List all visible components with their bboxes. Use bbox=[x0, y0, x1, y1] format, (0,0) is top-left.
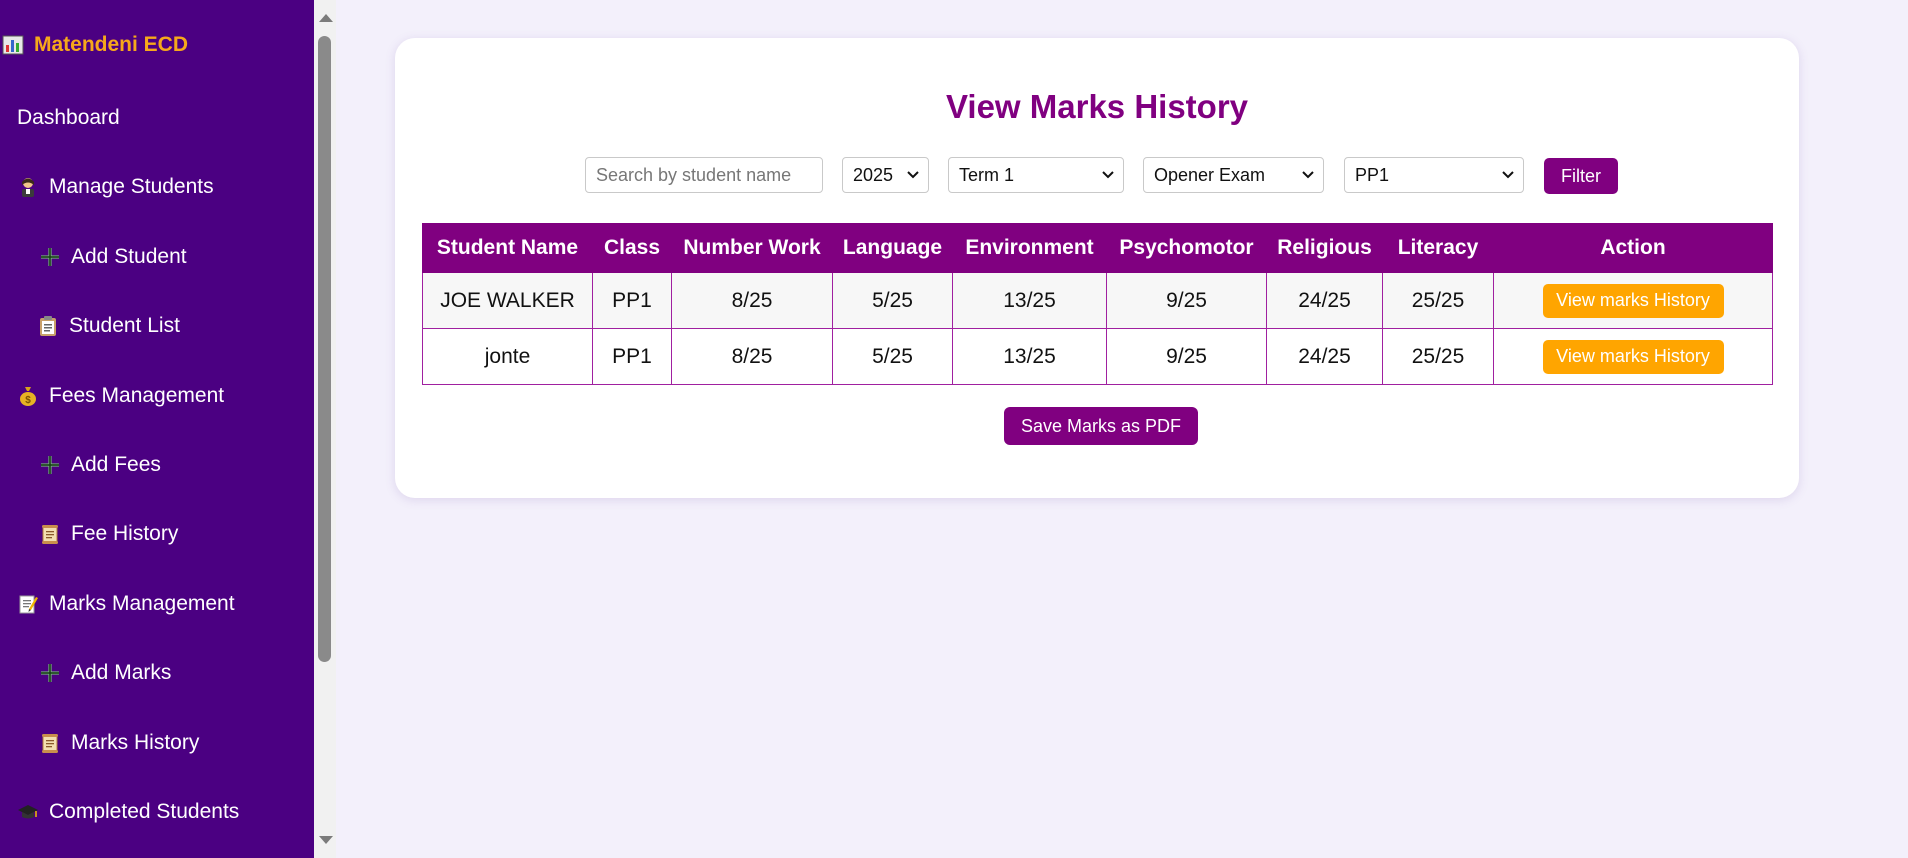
brand: Matendeni ECD bbox=[2, 30, 188, 60]
plus-icon bbox=[39, 454, 61, 476]
sidebar-scrollbar[interactable] bbox=[314, 0, 336, 858]
sidebar: Matendeni ECD Dashboard Manage Students … bbox=[0, 0, 314, 858]
student-name-cell: jonte bbox=[422, 328, 593, 385]
view-marks-history-button[interactable]: View marks History bbox=[1542, 339, 1724, 374]
filter-button[interactable]: Filter bbox=[1544, 158, 1618, 194]
sidebar-item-label: Fees Management bbox=[49, 384, 225, 407]
sidebar-item-label: Add Student bbox=[71, 245, 187, 268]
sidebar-item-add-marks[interactable]: Add Marks bbox=[39, 661, 171, 685]
language-cell: 5/25 bbox=[832, 272, 953, 329]
scrollbar-thumb[interactable] bbox=[318, 36, 331, 662]
sidebar-item-marks-management[interactable]: Marks Management bbox=[17, 592, 235, 616]
marks-history-card: View Marks History Search by student nam… bbox=[395, 38, 1799, 498]
action-cell: View marks History bbox=[1493, 272, 1773, 329]
plus-icon bbox=[39, 246, 61, 268]
chevron-down-icon bbox=[906, 168, 920, 182]
memo-icon bbox=[17, 593, 39, 615]
clipboard-icon bbox=[37, 315, 59, 337]
class-cell: PP1 bbox=[592, 272, 672, 329]
sidebar-item-dashboard[interactable]: Dashboard bbox=[17, 106, 120, 130]
sidebar-item-label: Marks Management bbox=[49, 592, 235, 615]
sidebar-item-student-list[interactable]: Student List bbox=[37, 314, 180, 338]
sidebar-item-fees-management[interactable]: $ Fees Management bbox=[17, 384, 224, 408]
column-header: Language bbox=[832, 223, 953, 273]
sidebar-item-label: Add Fees bbox=[71, 453, 161, 476]
term-value: Term 1 bbox=[959, 164, 1015, 185]
literacy-cell: 25/25 bbox=[1382, 328, 1494, 385]
term-select[interactable]: Term 1 bbox=[948, 157, 1124, 193]
table-header-row: Student Name Class Number Work Language … bbox=[422, 223, 1773, 273]
environment-cell: 13/25 bbox=[952, 272, 1107, 329]
language-cell: 5/25 bbox=[832, 328, 953, 385]
number-work-cell: 8/25 bbox=[671, 272, 833, 329]
psychomotor-cell: 9/25 bbox=[1106, 272, 1267, 329]
chevron-down-icon bbox=[1501, 168, 1515, 182]
sidebar-item-manage-students[interactable]: Manage Students bbox=[17, 175, 214, 199]
sidebar-item-label: Fee History bbox=[71, 522, 179, 545]
column-header: Class bbox=[592, 223, 672, 273]
brand-name: Matendeni ECD bbox=[34, 33, 189, 56]
exam-select[interactable]: Opener Exam bbox=[1143, 157, 1324, 193]
page-title: View Marks History bbox=[945, 88, 1249, 125]
sidebar-item-label: Add Marks bbox=[71, 661, 172, 684]
literacy-cell: 25/25 bbox=[1382, 272, 1494, 329]
number-work-cell: 8/25 bbox=[671, 328, 833, 385]
chevron-down-icon bbox=[1301, 168, 1315, 182]
save-pdf-button[interactable]: Save Marks as PDF bbox=[1004, 407, 1198, 445]
graduation-cap-icon bbox=[17, 801, 39, 823]
column-header: Action bbox=[1493, 223, 1773, 273]
religious-cell: 24/25 bbox=[1266, 328, 1383, 385]
sidebar-item-label: Dashboard bbox=[17, 106, 120, 129]
column-header: Number Work bbox=[671, 223, 833, 273]
exam-value: Opener Exam bbox=[1154, 164, 1266, 185]
column-header: Literacy bbox=[1382, 223, 1494, 273]
table-row: jonte PP1 8/25 5/25 13/25 9/25 24/25 25/… bbox=[422, 328, 1773, 385]
year-select[interactable]: 2025 bbox=[842, 157, 929, 193]
column-header: Student Name bbox=[422, 223, 593, 273]
marks-table: Student Name Class Number Work Language … bbox=[422, 223, 1773, 385]
scroll-icon bbox=[39, 523, 61, 545]
student-icon bbox=[17, 176, 39, 198]
column-header: Psychomotor bbox=[1106, 223, 1267, 273]
sidebar-item-marks-history[interactable]: Marks History bbox=[39, 731, 199, 755]
search-input[interactable]: Search by student name bbox=[585, 157, 823, 193]
sidebar-item-completed-students[interactable]: Completed Students bbox=[17, 800, 239, 824]
psychomotor-cell: 9/25 bbox=[1106, 328, 1267, 385]
sidebar-item-add-student[interactable]: Add Student bbox=[39, 245, 187, 269]
student-name-cell: JOE WALKER bbox=[422, 272, 593, 329]
scroll-icon bbox=[39, 732, 61, 754]
scroll-down-arrow-icon[interactable] bbox=[319, 836, 333, 844]
svg-text:$: $ bbox=[25, 395, 31, 406]
environment-cell: 13/25 bbox=[952, 328, 1107, 385]
year-value: 2025 bbox=[853, 164, 894, 185]
class-cell: PP1 bbox=[592, 328, 672, 385]
bar-chart-icon bbox=[2, 34, 24, 56]
class-select[interactable]: PP1 bbox=[1344, 157, 1524, 193]
table-row: JOE WALKER PP1 8/25 5/25 13/25 9/25 24/2… bbox=[422, 272, 1773, 329]
sidebar-item-label: Student List bbox=[69, 314, 180, 337]
sidebar-item-add-fees[interactable]: Add Fees bbox=[39, 453, 161, 477]
sidebar-item-fee-history[interactable]: Fee History bbox=[39, 522, 178, 546]
chevron-down-icon bbox=[1101, 168, 1115, 182]
sidebar-item-label: Manage Students bbox=[49, 175, 214, 198]
action-cell: View marks History bbox=[1493, 328, 1773, 385]
column-header: Religious bbox=[1266, 223, 1383, 273]
column-header: Environment bbox=[952, 223, 1107, 273]
plus-icon bbox=[39, 662, 61, 684]
class-value: PP1 bbox=[1355, 164, 1390, 185]
scroll-up-arrow-icon[interactable] bbox=[319, 14, 333, 22]
religious-cell: 24/25 bbox=[1266, 272, 1383, 329]
money-bag-icon: $ bbox=[17, 385, 39, 407]
sidebar-item-label: Marks History bbox=[71, 731, 200, 754]
view-marks-history-button[interactable]: View marks History bbox=[1542, 283, 1724, 318]
sidebar-item-label: Completed Students bbox=[49, 800, 240, 823]
